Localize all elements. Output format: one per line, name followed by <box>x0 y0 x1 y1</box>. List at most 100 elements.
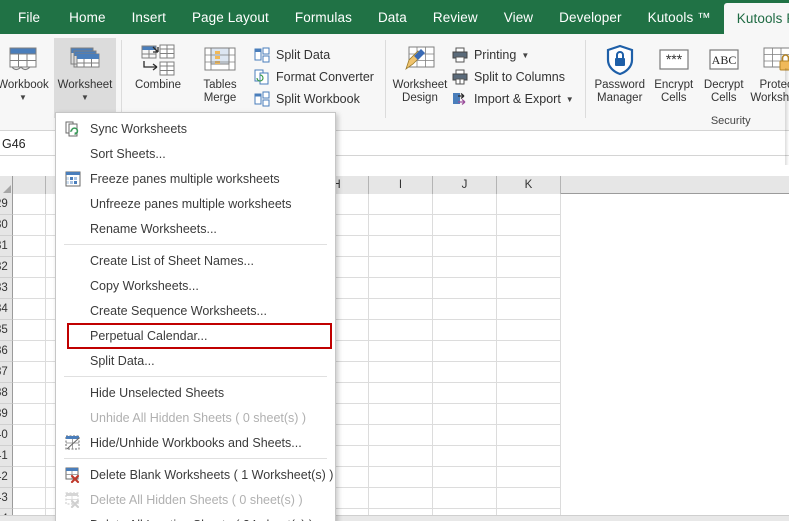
row-header-32[interactable]: 32 <box>0 257 13 278</box>
grid-cell[interactable] <box>13 236 46 257</box>
tab-home[interactable]: Home <box>56 0 118 34</box>
select-all-corner[interactable] <box>0 176 13 194</box>
worksheet-button[interactable]: Worksheet ▼ <box>54 38 116 118</box>
grid-cell[interactable] <box>369 362 433 383</box>
worksheet-dropdown-menu[interactable]: Sync Worksheets Sort Sheets... Freeze pane… <box>55 112 336 521</box>
worksheet-design-button[interactable]: Worksheet Design <box>391 38 449 105</box>
grid-cell[interactable] <box>369 257 433 278</box>
column-header-partial[interactable] <box>13 176 46 194</box>
tab-insert[interactable]: Insert <box>119 0 179 34</box>
grid-cell[interactable] <box>497 425 561 446</box>
tab-file[interactable]: File <box>4 0 56 34</box>
menu-item-sync-worksheets[interactable]: Sync Worksheets <box>56 116 335 141</box>
combine-button[interactable]: Combine <box>127 38 189 92</box>
menu-item-create-sequence-worksheets[interactable]: Create Sequence Worksheets... <box>56 298 335 323</box>
split-to-columns-button[interactable]: Split to Columns <box>449 66 580 88</box>
row-header-33[interactable]: 33 <box>0 278 13 299</box>
workbook-button[interactable]: Workbook ▼ <box>0 38 54 102</box>
grid-cell[interactable] <box>369 404 433 425</box>
tab-kutools[interactable]: Kutools ™ <box>635 0 724 34</box>
grid-cell[interactable] <box>369 446 433 467</box>
grid-cell[interactable] <box>497 320 561 341</box>
grid-cell[interactable] <box>369 236 433 257</box>
encrypt-cells-button[interactable]: *** Encrypt Cells <box>649 38 699 105</box>
grid-cell[interactable] <box>13 488 46 509</box>
tab-view[interactable]: View <box>491 0 546 34</box>
menu-item-delete-all-inactive-sheets-24-sheet-s[interactable]: Delete All Inactive Sheets ( 24 sheet(s)… <box>56 512 335 521</box>
menu-item-delete-blank-worksheets-1-worksheet-s[interactable]: Delete Blank Worksheets ( 1 Worksheet(s)… <box>56 462 335 487</box>
grid-cell[interactable] <box>497 362 561 383</box>
grid-cell[interactable] <box>497 383 561 404</box>
row-header-30[interactable]: 30 <box>0 215 13 236</box>
grid-cell[interactable] <box>433 362 497 383</box>
split-data-button[interactable]: Split Data <box>251 44 380 66</box>
menu-item-hide-unselected-sheets[interactable]: Hide Unselected Sheets <box>56 380 335 405</box>
grid-cell[interactable] <box>369 341 433 362</box>
grid-cell[interactable] <box>433 236 497 257</box>
menu-item-create-list-of-sheet-names[interactable]: Create List of Sheet Names... <box>56 248 335 273</box>
printing-button[interactable]: Printing ▼ <box>449 44 580 66</box>
grid-cell[interactable] <box>13 299 46 320</box>
grid-cell[interactable] <box>13 215 46 236</box>
row-header-35[interactable]: 35 <box>0 320 13 341</box>
tab-kutools-plus[interactable]: Kutools Plus <box>723 3 789 34</box>
format-converter-button[interactable]: Format Converter <box>251 66 380 88</box>
grid-cell[interactable] <box>369 215 433 236</box>
grid-cell[interactable] <box>13 446 46 467</box>
menu-item-unfreeze-panes-multiple-worksheets[interactable]: Unfreeze panes multiple worksheets <box>56 191 335 216</box>
grid-cell[interactable] <box>433 383 497 404</box>
row-header-41[interactable]: 41 <box>0 446 13 467</box>
column-header-K[interactable]: K <box>497 176 561 194</box>
grid-cell[interactable] <box>433 299 497 320</box>
grid-cell[interactable] <box>433 278 497 299</box>
menu-item-freeze-panes-multiple-worksheets[interactable]: Freeze panes multiple worksheets <box>56 166 335 191</box>
grid-cell[interactable] <box>369 425 433 446</box>
grid-cell[interactable] <box>497 257 561 278</box>
tab-data[interactable]: Data <box>365 0 420 34</box>
row-header-42[interactable]: 42 <box>0 467 13 488</box>
grid-cell[interactable] <box>497 341 561 362</box>
tab-review[interactable]: Review <box>420 0 491 34</box>
grid-cell[interactable] <box>13 320 46 341</box>
grid-cell[interactable] <box>433 404 497 425</box>
menu-item-copy-worksheets[interactable]: Copy Worksheets... <box>56 273 335 298</box>
grid-cell[interactable] <box>497 194 561 215</box>
protect-worksheet-button[interactable]: Protect Worksheet <box>749 38 789 105</box>
grid-cell[interactable] <box>433 257 497 278</box>
chevron-down-icon[interactable]: ▼ <box>19 94 27 102</box>
chevron-down-icon[interactable]: ▼ <box>521 51 529 60</box>
grid-cell[interactable] <box>13 383 46 404</box>
grid-cell[interactable] <box>433 341 497 362</box>
tab-page-layout[interactable]: Page Layout <box>179 0 282 34</box>
grid-cell[interactable] <box>369 299 433 320</box>
grid-cell[interactable] <box>13 467 46 488</box>
grid-cell[interactable] <box>369 383 433 404</box>
grid-cell[interactable] <box>433 194 497 215</box>
grid-cell[interactable] <box>13 278 46 299</box>
row-header-29[interactable]: 29 <box>0 194 13 215</box>
grid-cell[interactable] <box>13 341 46 362</box>
row-header-40[interactable]: 40 <box>0 425 13 446</box>
menu-item-sort-sheets[interactable]: Sort Sheets... <box>56 141 335 166</box>
decrypt-cells-button[interactable]: ABC Decrypt Cells <box>699 38 749 105</box>
grid-cell[interactable] <box>433 320 497 341</box>
tables-merge-button[interactable]: Tables Merge <box>189 38 251 105</box>
tab-developer[interactable]: Developer <box>546 0 634 34</box>
grid-cell[interactable] <box>497 299 561 320</box>
grid-cell[interactable] <box>13 425 46 446</box>
row-header-34[interactable]: 34 <box>0 299 13 320</box>
grid-cell[interactable] <box>369 467 433 488</box>
grid-cell[interactable] <box>497 467 561 488</box>
tab-formulas[interactable]: Formulas <box>282 0 365 34</box>
grid-cell[interactable] <box>13 362 46 383</box>
grid-cell[interactable] <box>369 320 433 341</box>
grid-cell[interactable] <box>433 446 497 467</box>
menu-item-hide-unhide-workbooks-and-sheets[interactable]: Hide/Unhide Workbooks and Sheets... <box>56 430 335 455</box>
grid-cell[interactable] <box>433 488 497 509</box>
row-header-36[interactable]: 36 <box>0 341 13 362</box>
grid-cell[interactable] <box>433 467 497 488</box>
row-header-31[interactable]: 31 <box>0 236 13 257</box>
column-header-J[interactable]: J <box>433 176 497 194</box>
grid-cell[interactable] <box>497 446 561 467</box>
grid-cell[interactable] <box>433 425 497 446</box>
